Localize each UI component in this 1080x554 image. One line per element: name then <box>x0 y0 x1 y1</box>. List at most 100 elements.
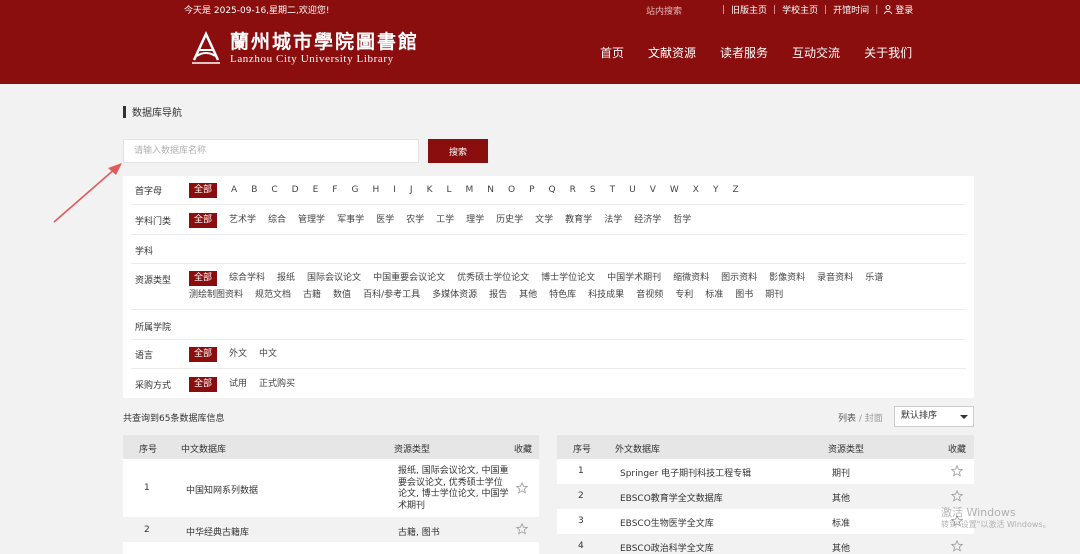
table-row[interactable]: 4 EBSCO政治科学全文库 其他 <box>557 534 974 554</box>
letter-option[interactable]: Z <box>732 183 738 198</box>
nav-about[interactable]: 关于我们 <box>864 44 912 61</box>
resource-type-option[interactable]: 报告 <box>489 288 507 303</box>
letter-option[interactable]: L <box>446 183 451 198</box>
purchase-option[interactable]: 正式购买 <box>259 377 295 392</box>
letter-option[interactable]: X <box>693 183 699 198</box>
purchase-option[interactable]: 试用 <box>229 377 247 392</box>
letter-option[interactable]: U <box>629 183 636 198</box>
discipline-option[interactable]: 综合 <box>268 213 286 228</box>
letter-option[interactable]: W <box>670 183 679 198</box>
table-row[interactable]: 1 中国知网系列数据 报纸, 国际会议论文, 中国重要会议论文, 优秀硕士学位论… <box>123 459 539 517</box>
database-search-input[interactable] <box>123 139 419 163</box>
letter-option[interactable]: M <box>465 183 473 198</box>
old-homepage-link[interactable]: 旧版主页 <box>731 3 767 16</box>
discipline-option[interactable]: 医学 <box>376 213 394 228</box>
discipline-option[interactable]: 文学 <box>535 213 553 228</box>
letter-option[interactable]: Q <box>549 183 556 198</box>
letter-option[interactable]: K <box>427 183 433 198</box>
view-list-toggle[interactable]: 列表 <box>838 414 856 424</box>
discipline-option[interactable]: 哲学 <box>673 213 691 228</box>
login-link[interactable]: 登录 <box>884 3 913 16</box>
nav-reader-services[interactable]: 读者服务 <box>720 44 768 61</box>
letter-option[interactable]: F <box>332 183 337 198</box>
letter-option[interactable]: B <box>251 183 257 198</box>
view-cover-toggle[interactable]: 封面 <box>865 414 883 424</box>
letter-option[interactable]: S <box>590 183 596 198</box>
letter-option[interactable]: D <box>292 183 299 198</box>
table-row[interactable]: 2 EBSCO教育学全文数据库 其他 <box>557 484 974 509</box>
letter-option[interactable]: V <box>650 183 656 198</box>
sort-select[interactable]: 默认排序 <box>894 406 974 427</box>
letter-option[interactable]: H <box>372 183 379 198</box>
resource-type-option[interactable]: 优秀硕士学位论文 <box>457 271 529 286</box>
favorite-star-icon[interactable] <box>951 465 963 477</box>
discipline-option[interactable]: 历史学 <box>496 213 523 228</box>
resource-type-option[interactable]: 综合学科 <box>229 271 265 286</box>
letter-option[interactable]: O <box>508 183 515 198</box>
resource-type-option[interactable]: 图示资料 <box>721 271 757 286</box>
site-search-input[interactable]: 站内搜索 <box>646 4 682 17</box>
resource-type-option[interactable]: 其他 <box>519 288 537 303</box>
letter-option[interactable]: A <box>231 183 237 198</box>
favorite-star-icon[interactable] <box>951 490 963 502</box>
discipline-option[interactable]: 教育学 <box>565 213 592 228</box>
table-row[interactable]: 2 中华经典古籍库 古籍, 图书 <box>123 517 539 542</box>
letter-option[interactable]: G <box>351 183 358 198</box>
search-button[interactable]: 搜索 <box>428 139 488 163</box>
resource-type-option[interactable]: 期刊 <box>765 288 783 303</box>
resource-type-option[interactable]: 影像资料 <box>769 271 805 286</box>
resource-type-option[interactable]: 报纸 <box>277 271 295 286</box>
letter-option[interactable]: E <box>313 183 319 198</box>
resource-type-option[interactable]: 规范文档 <box>255 288 291 303</box>
purchase-option[interactable]: 全部 <box>189 377 218 392</box>
favorite-star-icon[interactable] <box>516 523 528 535</box>
resource-type-option[interactable]: 国际会议论文 <box>307 271 361 286</box>
resource-type-option[interactable]: 百科/参考工具 <box>363 288 420 303</box>
letter-option[interactable]: T <box>610 183 616 198</box>
nav-home[interactable]: 首页 <box>600 44 624 61</box>
resource-type-option[interactable]: 录音资料 <box>817 271 853 286</box>
language-option[interactable]: 全部 <box>189 347 218 362</box>
opening-hours-link[interactable]: 开馆时间 <box>833 3 869 16</box>
discipline-option[interactable]: 理学 <box>466 213 484 228</box>
letter-option[interactable]: 全部 <box>189 183 218 198</box>
discipline-option[interactable]: 全部 <box>189 213 218 228</box>
resource-type-option[interactable]: 博士学位论文 <box>541 271 595 286</box>
discipline-option[interactable]: 经济学 <box>634 213 661 228</box>
letter-option[interactable]: N <box>487 183 494 198</box>
resource-type-option[interactable]: 数值 <box>333 288 351 303</box>
favorite-star-icon[interactable] <box>516 482 528 494</box>
library-logo[interactable]: 蘭州城市學院圖書館 Lanzhou City University Librar… <box>190 30 419 66</box>
row-name[interactable]: EBSCO政治科学全文库 <box>620 541 714 554</box>
discipline-option[interactable]: 军事学 <box>337 213 364 228</box>
resource-type-option[interactable]: 古籍 <box>303 288 321 303</box>
resource-type-option[interactable]: 图书 <box>735 288 753 303</box>
favorite-star-icon[interactable] <box>951 540 963 552</box>
resource-type-option[interactable]: 全部 <box>189 271 218 286</box>
discipline-option[interactable]: 农学 <box>406 213 424 228</box>
school-homepage-link[interactable]: 学校主页 <box>782 3 818 16</box>
letter-option[interactable]: I <box>393 183 396 198</box>
letter-option[interactable]: C <box>271 183 277 198</box>
resource-type-option[interactable]: 中国重要会议论文 <box>373 271 445 286</box>
discipline-option[interactable]: 工学 <box>436 213 454 228</box>
resource-type-option[interactable]: 标准 <box>705 288 723 303</box>
letter-option[interactable]: P <box>529 183 534 198</box>
discipline-option[interactable]: 法学 <box>604 213 622 228</box>
resource-type-option[interactable]: 音视频 <box>636 288 663 303</box>
resource-type-option[interactable]: 中国学术期刊 <box>607 271 661 286</box>
nav-resources[interactable]: 文献资源 <box>648 44 696 61</box>
letter-option[interactable]: J <box>410 183 413 198</box>
resource-type-option[interactable]: 科技成果 <box>588 288 624 303</box>
resource-type-option[interactable]: 测绘制图资料 <box>189 288 243 303</box>
table-row[interactable]: 1 Springer 电子期刊科技工程专辑 期刊 <box>557 459 974 484</box>
language-option[interactable]: 外文 <box>229 347 247 362</box>
resource-type-option[interactable]: 特色库 <box>549 288 576 303</box>
letter-option[interactable]: Y <box>713 183 719 198</box>
resource-type-option[interactable]: 乐谱 <box>865 271 883 286</box>
table-row[interactable]: 3 EBSCO生物医学全文库 标准 <box>557 509 974 534</box>
resource-type-option[interactable]: 缩微资料 <box>673 271 709 286</box>
discipline-option[interactable]: 管理学 <box>298 213 325 228</box>
row-name[interactable]: 中华经典古籍库 <box>186 525 249 538</box>
row-name[interactable]: 中国知网系列数据 <box>186 483 258 496</box>
